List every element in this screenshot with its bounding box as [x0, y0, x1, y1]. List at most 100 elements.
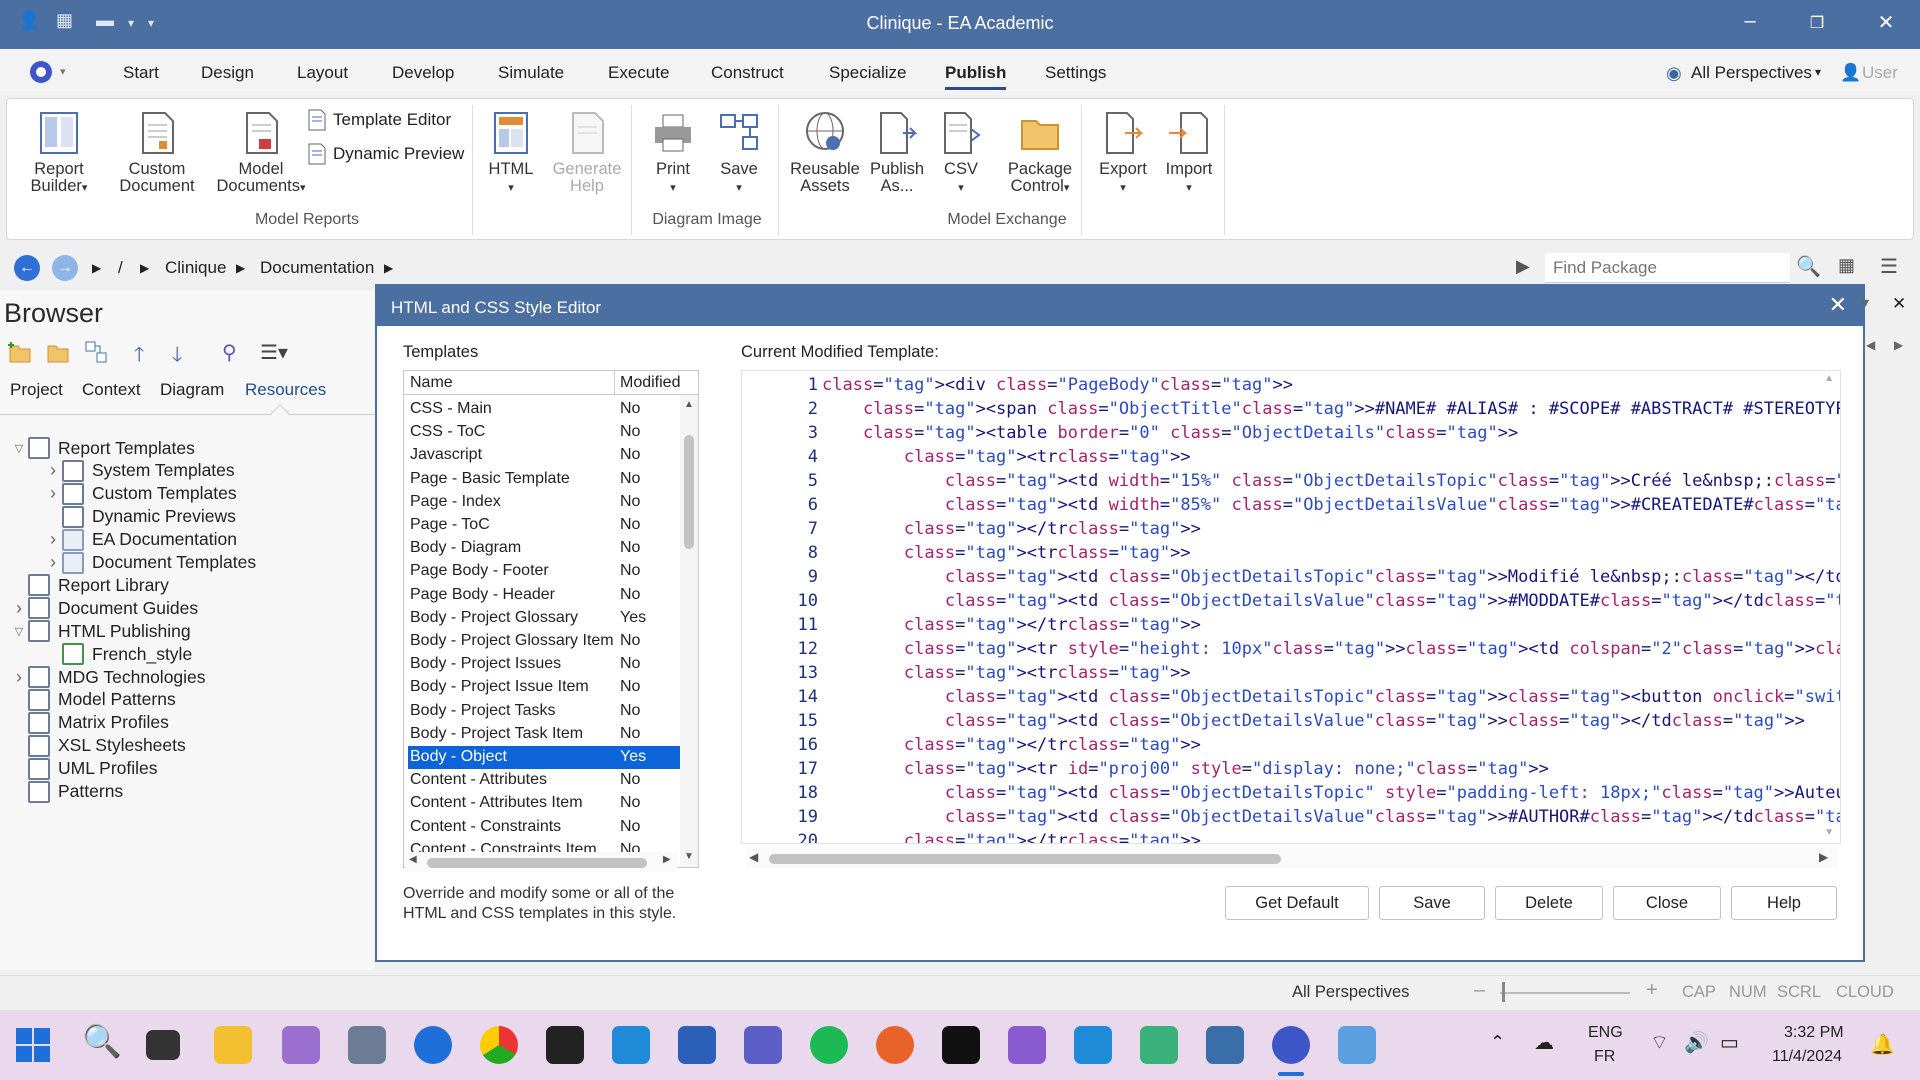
get-default-button[interactable]: Get Default [1225, 886, 1369, 920]
editor-scroll-right-icon[interactable]: ▶ [1819, 850, 1828, 864]
save-image-button[interactable]: Save ▾ [709, 109, 769, 197]
expand-icon[interactable]: › [10, 598, 28, 619]
template-row[interactable]: Page - Basic Template No [408, 468, 692, 491]
tab-publish[interactable]: Publish [945, 63, 1007, 90]
package-control-button[interactable]: Package Control▾ [997, 109, 1083, 197]
perspectives-selector[interactable]: All Perspectives [1691, 63, 1812, 83]
chrome-icon[interactable] [480, 1026, 518, 1064]
html-button[interactable]: HTML ▾ [481, 109, 541, 197]
template-row[interactable]: Body - Project Issue Item No [408, 676, 692, 699]
back-icon[interactable]: ← [14, 255, 40, 281]
search-icon[interactable]: 🔍 [1796, 254, 1821, 279]
firefox-icon[interactable] [876, 1026, 914, 1064]
app-menu-icon[interactable] [28, 59, 54, 85]
templates-list[interactable]: Name Modified CSS - Main No CSS - ToC No Jav… [403, 370, 699, 868]
tab-construct[interactable]: Construct [711, 63, 784, 83]
browser-tab-project[interactable]: Project [10, 380, 63, 400]
tab-specialize[interactable]: Specialize [829, 63, 907, 83]
templates-hscrollbar[interactable]: ◀ ▶ [405, 852, 677, 872]
export-button[interactable]: Export ▾ [1093, 109, 1153, 197]
generate-help-button[interactable]: Generate Help [547, 109, 627, 195]
scroll-down-icon[interactable]: ▼ [684, 851, 694, 862]
edge-icon[interactable] [414, 1026, 452, 1064]
region-label[interactable]: FR [1594, 1048, 1615, 1066]
browser-menu-icon[interactable]: ☰▾ [260, 340, 300, 364]
help-button[interactable]: Help [1731, 886, 1837, 920]
collapse-icon[interactable]: ▽ [10, 442, 28, 455]
minimize-icon[interactable]: – [1730, 10, 1770, 33]
editor-scroll-left-icon[interactable]: ◀ [749, 850, 758, 864]
app-hexagon-icon[interactable] [1140, 1026, 1178, 1064]
report-builder-button[interactable]: Report Builder▾ [19, 109, 99, 197]
tree-item[interactable]: Patterns [10, 779, 123, 805]
editor-hscroll-thumb[interactable] [769, 854, 1281, 864]
breadcrumb-chevron-icon[interactable]: ▶ [92, 261, 101, 275]
browser-tab-context[interactable]: Context [82, 380, 141, 400]
perspective-eye-icon[interactable]: ◉ [1666, 63, 1682, 84]
restore-icon[interactable]: ❐ [1797, 13, 1837, 33]
template-editor-button[interactable]: Template Editor [307, 109, 451, 131]
tab-execute[interactable]: Execute [608, 63, 669, 83]
scroll-up-icon[interactable]: ▲ [684, 399, 694, 410]
model-documents-button[interactable]: Model Documents▾ [211, 109, 311, 197]
template-row[interactable]: Body - Project Task Item No [408, 723, 692, 746]
file-explorer-icon[interactable] [214, 1026, 252, 1064]
template-row[interactable]: Content - Constraints No [408, 816, 692, 839]
breadcrumb-chevron-icon[interactable]: ▶ [384, 261, 393, 275]
save-button[interactable]: Save [1379, 886, 1485, 920]
notifications-icon[interactable]: 🔔 [1870, 1032, 1895, 1057]
breadcrumb-documentation[interactable]: Documentation [260, 258, 374, 278]
template-row[interactable]: Body - Project Tasks No [408, 700, 692, 723]
zoom-in-icon[interactable]: + [1646, 979, 1658, 1002]
battery-icon[interactable]: ▭ [1720, 1030, 1739, 1055]
new-package-icon[interactable] [8, 340, 32, 364]
spotify-icon[interactable] [810, 1026, 848, 1064]
scroll-left-icon[interactable]: ◀ [409, 854, 417, 865]
template-row[interactable]: Javascript No [408, 444, 692, 467]
panel-prev-icon[interactable]: ◀ [1866, 338, 1875, 352]
visual-studio-icon[interactable] [1008, 1026, 1046, 1064]
move-up-icon[interactable]: 🡑 [134, 340, 158, 366]
panel-next-icon[interactable]: ▶ [1894, 338, 1903, 352]
wifi-icon[interactable]: ⌔ [1650, 1030, 1669, 1055]
tab-develop[interactable]: Develop [392, 63, 454, 83]
find-package-input[interactable] [1545, 253, 1790, 283]
terminal-icon[interactable] [546, 1026, 584, 1064]
tab-start[interactable]: Start [123, 63, 159, 83]
zoom-slider-thumb[interactable] [1502, 982, 1505, 1002]
breadcrumb-chevron-icon[interactable]: ▶ [236, 261, 245, 275]
expand-icon[interactable]: › [44, 460, 62, 481]
tab-settings[interactable]: Settings [1045, 63, 1106, 83]
perspectives-dropdown-icon[interactable]: ▾ [1815, 65, 1821, 79]
editor-scroll-up-icon[interactable]: ▲ [1824, 373, 1834, 384]
clock-time[interactable]: 3:32 PM [1784, 1024, 1844, 1042]
view-options-icon[interactable]: ▦ [1838, 255, 1855, 276]
snipping-tool-icon[interactable] [282, 1026, 320, 1064]
zoom-slider[interactable] [1500, 992, 1630, 994]
column-name[interactable]: Name [410, 374, 453, 392]
add-element-icon[interactable] [84, 340, 108, 364]
template-row[interactable]: Content - Attributes No [408, 769, 692, 792]
user-label[interactable]: User [1862, 63, 1898, 83]
azure-icon[interactable] [612, 1026, 650, 1064]
panel-close-icon[interactable]: ✕ [1892, 294, 1906, 314]
webstorm-icon[interactable] [942, 1026, 980, 1064]
template-row[interactable]: Page Body - Footer No [408, 560, 692, 583]
editor-scroll-down-icon[interactable]: ▼ [1824, 827, 1834, 838]
template-row[interactable]: Body - Project Glossary Yes [408, 607, 692, 630]
close-button[interactable]: Close [1613, 886, 1721, 920]
hamburger-menu-icon[interactable]: ☰ [1880, 254, 1898, 279]
template-row[interactable]: Content - Attributes Item No [408, 792, 692, 815]
windows-start-icon[interactable] [16, 1028, 50, 1062]
template-row[interactable]: CSS - Main No [408, 398, 692, 421]
browser-tab-resources[interactable]: Resources [245, 380, 326, 400]
calculator-icon[interactable] [348, 1026, 386, 1064]
expand-icon[interactable]: › [10, 667, 28, 688]
clock-date[interactable]: 11/4/2024 [1772, 1048, 1842, 1066]
scroll-right-icon[interactable]: ▶ [663, 854, 671, 865]
template-row[interactable]: Body - Project Issues No [408, 653, 692, 676]
search-taskbar-icon[interactable]: 🔍 [82, 1022, 122, 1060]
tab-layout[interactable]: Layout [297, 63, 348, 83]
templates-scroll-thumb[interactable] [684, 435, 694, 549]
close-window-icon[interactable]: ✕ [1866, 10, 1906, 35]
